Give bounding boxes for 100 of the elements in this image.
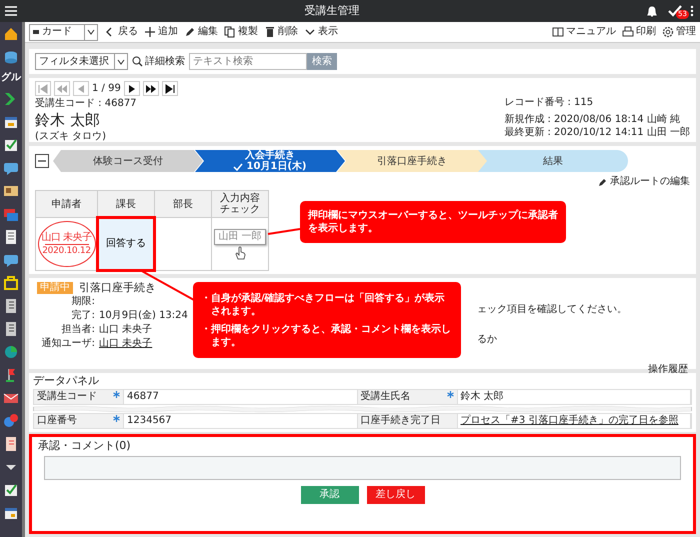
chat-icon[interactable] xyxy=(3,160,19,176)
toolbar-button[interactable]: 削除 xyxy=(264,26,298,38)
step-date: 10月1日(木) xyxy=(246,161,306,172)
column-header: 部長 xyxy=(155,191,212,218)
collapse-button[interactable] xyxy=(35,154,49,168)
toolbar-button[interactable]: 複製 xyxy=(224,26,258,38)
pager-button[interactable] xyxy=(162,81,178,96)
field-link[interactable]: プロセス「#3 引落口座手続き」の完了日を参照 xyxy=(460,415,678,426)
field-label: 完了: xyxy=(70,310,95,322)
field-value: 10月9日(金) 13:24 xyxy=(99,310,188,322)
chat-icon[interactable] xyxy=(3,252,19,268)
process-step[interactable]: 体験コース受付 xyxy=(53,150,203,172)
calendar-icon[interactable] xyxy=(3,505,19,521)
field-label: 受講生氏名 xyxy=(360,391,410,403)
column-header: 申請者 xyxy=(36,191,98,218)
edit-route-link[interactable]: 承認ルートの編集 xyxy=(598,176,690,188)
bag-icon[interactable] xyxy=(3,275,19,291)
search-icon xyxy=(132,56,143,67)
advanced-search-link[interactable]: 詳細検索 xyxy=(132,56,185,68)
menu-icon[interactable] xyxy=(4,5,18,17)
comment-field[interactable] xyxy=(44,456,681,480)
first-page-icon xyxy=(36,82,50,96)
process-step[interactable]: 結果 xyxy=(478,150,628,172)
pie-chart-icon[interactable] xyxy=(3,344,19,360)
pencil-icon xyxy=(184,26,196,38)
record-kana: (スズキ タロウ) xyxy=(35,131,107,143)
document-icon[interactable] xyxy=(3,229,19,245)
callout-text: 押印欄にマウスオーバーすると、ツールチップに承認者を表示します。 xyxy=(308,209,558,235)
field-value: 46877 xyxy=(127,391,159,402)
panel-title: 承認・コメント(0) xyxy=(38,440,132,452)
callout-text: ・自身が承認/確認すべきフローは「回答する」が表示されます。 xyxy=(201,292,446,318)
callout-text: ・押印欄をクリックすると、承認・コメント欄を表示します。 xyxy=(201,322,452,348)
field-label: 受講生コード xyxy=(37,391,97,403)
toolbar-button[interactable]: 戻る xyxy=(104,26,138,38)
picture-icon[interactable] xyxy=(3,183,19,199)
settings-icon xyxy=(662,26,674,38)
record-number: レコード番号 : 115 xyxy=(504,97,594,109)
process-step[interactable]: 引落口座手続き xyxy=(337,150,487,172)
badge-icon[interactable] xyxy=(3,413,19,429)
toolbar-link[interactable]: 印刷 xyxy=(622,26,656,38)
copy-icon xyxy=(224,26,236,38)
hand-cursor-icon xyxy=(234,246,246,260)
field-value: 山口 未央子 xyxy=(99,324,152,336)
pencil-icon xyxy=(598,177,608,187)
database-icon[interactable] xyxy=(3,49,19,65)
page-indicator: 1 / 99 xyxy=(92,82,121,94)
answer-button[interactable]: 回答する xyxy=(96,216,156,272)
kebab-menu-icon[interactable] xyxy=(690,5,694,17)
last-page-icon xyxy=(162,82,177,96)
book-icon xyxy=(552,26,564,38)
record-name: 鈴木 太郎 xyxy=(35,112,101,129)
history-link[interactable]: 操作履歴 xyxy=(648,364,688,376)
field-value: 1234567 xyxy=(127,415,172,426)
field-link[interactable]: 山口 未央子 xyxy=(99,338,152,350)
column-header: 入力内容チェック xyxy=(212,191,269,218)
process-step[interactable]: 入会手続き 10月1日(木) xyxy=(195,150,345,172)
toolbar-button[interactable]: 表示 xyxy=(304,26,338,38)
app-title: 受講生管理 xyxy=(304,5,360,17)
calendar-icon[interactable] xyxy=(3,114,19,130)
checkbox-icon[interactable] xyxy=(3,482,19,498)
task-title: 引落口座手続き xyxy=(79,282,156,294)
document-icon[interactable] xyxy=(3,436,19,452)
task-note: ェック項目を確認してください。 xyxy=(477,304,628,316)
document-icon[interactable] xyxy=(3,321,19,337)
field-value: 鈴木 太郎 xyxy=(460,391,504,402)
column-header: 課長 xyxy=(98,191,155,218)
toolbar-link[interactable]: 管理 xyxy=(662,26,696,38)
search-field[interactable]: テキスト検索 xyxy=(189,53,307,70)
caret-down-icon xyxy=(87,29,95,35)
stamp-preview[interactable]: 山田 一郎 xyxy=(214,228,266,244)
filter-select[interactable]: フィルタ未選択 xyxy=(35,53,128,70)
field-label: 担当者: xyxy=(60,324,95,336)
asterisk-icon xyxy=(113,391,120,398)
task-note: るか xyxy=(477,334,498,346)
field-label: 通知ユーザ: xyxy=(40,338,95,350)
check-icon xyxy=(233,162,244,170)
pager-button[interactable] xyxy=(142,81,159,96)
toolbar-link[interactable]: マニュアル xyxy=(552,26,616,38)
panel-title: データパネル xyxy=(33,375,100,387)
trash-icon xyxy=(264,26,276,38)
checkbox-icon[interactable] xyxy=(3,137,19,153)
print-icon xyxy=(622,26,634,38)
field-label: 口座手続き完了日 xyxy=(360,415,440,427)
reject-button[interactable]: 差し戻し xyxy=(366,486,424,504)
record-code: 受講生コード : 46877 xyxy=(35,98,138,110)
plus-icon xyxy=(144,26,156,38)
toolbar-button[interactable]: 編集 xyxy=(184,26,218,38)
caret-down-icon xyxy=(117,58,125,64)
document-icon[interactable] xyxy=(3,298,19,314)
toolbar-button[interactable]: 追加 xyxy=(144,26,178,38)
pager-button[interactable] xyxy=(124,81,140,96)
card-icon xyxy=(33,29,39,35)
asterisk-icon xyxy=(113,415,120,422)
home-icon[interactable] xyxy=(3,26,19,42)
view-select[interactable]: カード xyxy=(29,24,98,40)
field-label: 口座番号 xyxy=(37,415,77,427)
sidebar-label[interactable]: グル xyxy=(1,72,21,84)
status-tag: 申請中 xyxy=(37,282,73,294)
created-info: 新規作成 : 2020/08/06 18:14 山崎 純 xyxy=(504,114,681,126)
bell-icon[interactable] xyxy=(646,5,658,17)
